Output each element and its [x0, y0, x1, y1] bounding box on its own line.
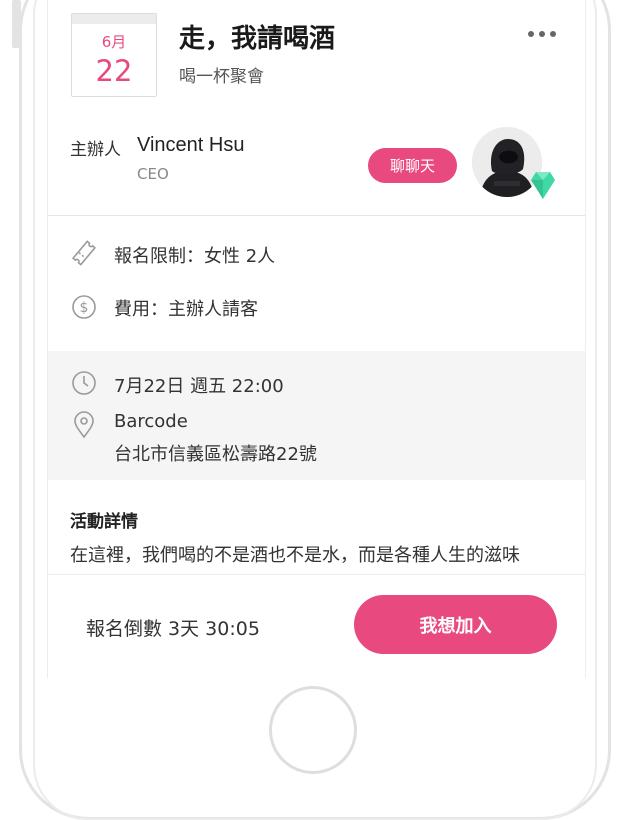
event-datetime: 7月22日 週五 22:00	[114, 376, 284, 397]
event-date-card: 6月 22	[71, 13, 157, 97]
signup-footer: 報名倒數 3天 30:05 我想加入	[48, 574, 585, 678]
location-pin-icon	[74, 411, 94, 439]
diamond-badge-icon	[531, 172, 555, 199]
event-month: 6月	[101, 33, 127, 51]
more-options-button[interactable]	[528, 26, 562, 42]
event-day: 22	[95, 54, 133, 88]
signup-limit: 報名限制：女性 2人	[114, 246, 276, 267]
venue-address[interactable]: 台北市信義區松壽路22號	[114, 440, 317, 466]
details-title: 活動詳情	[70, 512, 138, 532]
phone-side-button	[12, 0, 21, 48]
dollar-icon: $	[72, 295, 96, 319]
phone-home-button[interactable]	[269, 686, 357, 774]
clock-icon	[72, 371, 96, 395]
host-label: 主辦人	[70, 140, 121, 160]
more-dot-icon	[550, 31, 556, 37]
more-dot-icon	[539, 31, 545, 37]
details-text: 在這裡，我們喝的不是酒也不是水，而是各種人生的滋味	[70, 545, 520, 566]
event-screen: 6月 22 走，我請喝酒 喝一杯聚會 主辦人 Vincent Hsu CEO 聊…	[47, 0, 586, 678]
date-card-header	[72, 14, 156, 24]
venue-name[interactable]: Barcode	[114, 411, 188, 432]
host-name[interactable]: Vincent Hsu	[137, 134, 244, 157]
section-divider	[48, 215, 585, 216]
join-button[interactable]: 我想加入	[354, 595, 557, 654]
event-title: 走，我請喝酒	[179, 24, 336, 54]
host-title: CEO	[137, 165, 169, 183]
chat-button[interactable]: 聊聊天	[368, 148, 457, 183]
event-subtitle: 喝一杯聚會	[179, 67, 264, 87]
more-dot-icon	[528, 31, 534, 37]
ticket-icon	[71, 240, 97, 266]
signup-countdown: 報名倒數 3天 30:05	[86, 618, 260, 640]
fee-info: 費用：主辦人請客	[114, 299, 258, 320]
svg-text:$: $	[80, 300, 89, 316]
